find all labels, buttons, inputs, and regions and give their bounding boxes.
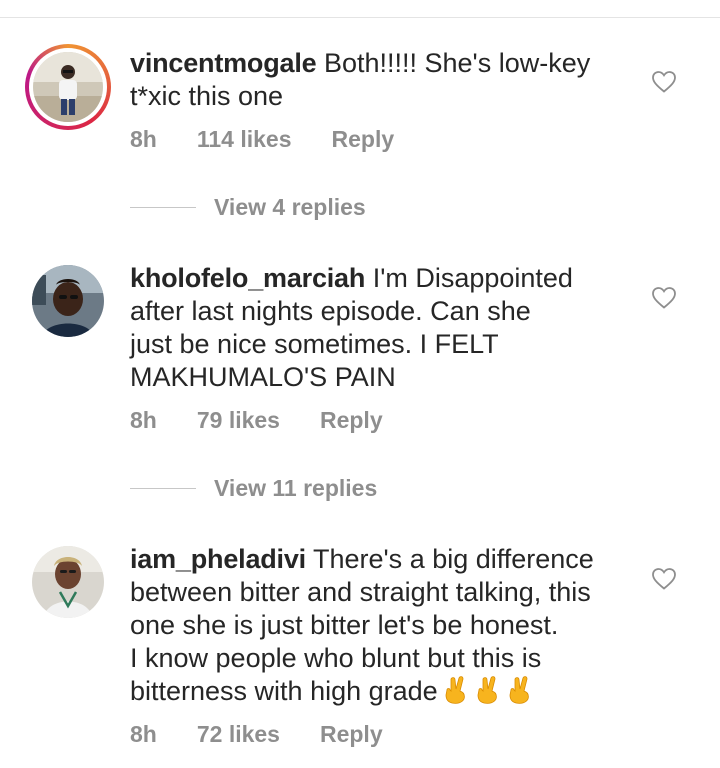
comment-text: vincentmogale Both!!!!! She's low-key t*… <box>130 47 630 113</box>
comment-time: 8h <box>130 721 157 747</box>
avatar-photo-icon <box>32 265 104 337</box>
comment-time: 8h <box>130 126 157 152</box>
view-replies-label: View 4 replies <box>214 194 366 220</box>
comment-meta: 8h 114 likes Reply <box>130 126 434 153</box>
comment-username[interactable]: iam_pheladivi <box>130 544 306 574</box>
comment-body-line: There's a big difference <box>313 544 594 574</box>
comment-likes[interactable]: 114 likes <box>197 126 292 153</box>
avatar-story-ring[interactable] <box>25 44 111 130</box>
heart-icon[interactable] <box>652 287 676 309</box>
comment-body-line: t*xic this one <box>130 81 284 111</box>
comment-username[interactable]: vincentmogale <box>130 48 317 78</box>
comment-likes[interactable]: 72 likes <box>197 721 280 748</box>
replies-divider <box>130 488 196 489</box>
avatar[interactable] <box>32 546 104 618</box>
heart-icon[interactable] <box>652 71 676 93</box>
view-replies-button[interactable]: View 11 replies <box>130 475 377 502</box>
comment-body-line: Both!!!!! She's low-key <box>323 48 591 78</box>
avatar-photo-icon <box>32 546 104 618</box>
top-divider <box>0 17 720 18</box>
comment-body-line: bitterness with high grade <box>130 676 438 706</box>
replies-divider <box>130 207 196 208</box>
comment-body-line: between bitter and straight talking, thi… <box>130 577 591 607</box>
avatar-photo-icon <box>33 52 103 122</box>
avatar[interactable] <box>32 265 104 337</box>
avatar <box>33 52 103 122</box>
comment-body-line: just be nice sometimes. I FELT <box>130 329 499 359</box>
comment-time: 8h <box>130 407 157 433</box>
comment-body-line: MAKHUMALO'S PAIN <box>130 362 396 392</box>
view-replies-label: View 11 replies <box>214 475 378 501</box>
comment-body-line: one she is just bitter let's be honest. <box>130 610 559 640</box>
comment-text: kholofelo_marciah I'm Disappointed after… <box>130 262 630 394</box>
comment-body-line: I'm Disappointed <box>372 263 573 293</box>
comment-body-line: I know people who blunt but this is <box>130 643 542 673</box>
reply-button[interactable]: Reply <box>320 721 383 748</box>
comment-username[interactable]: kholofelo_marciah <box>130 263 365 293</box>
comment-likes[interactable]: 79 likes <box>197 407 280 434</box>
crossed-fingers-icon <box>509 676 529 704</box>
comment-body-line: after last nights episode. Can she <box>130 296 531 326</box>
comment-meta: 8h 72 likes Reply <box>130 721 423 748</box>
reply-button[interactable]: Reply <box>332 126 395 153</box>
view-replies-button[interactable]: View 4 replies <box>130 194 366 221</box>
crossed-fingers-icon <box>445 676 465 704</box>
heart-icon[interactable] <box>652 568 676 590</box>
comment-text: iam_pheladivi There's a big difference b… <box>130 543 630 708</box>
reply-button[interactable]: Reply <box>320 407 383 434</box>
crossed-fingers-icon <box>477 676 497 704</box>
comment-meta: 8h 79 likes Reply <box>130 407 423 434</box>
